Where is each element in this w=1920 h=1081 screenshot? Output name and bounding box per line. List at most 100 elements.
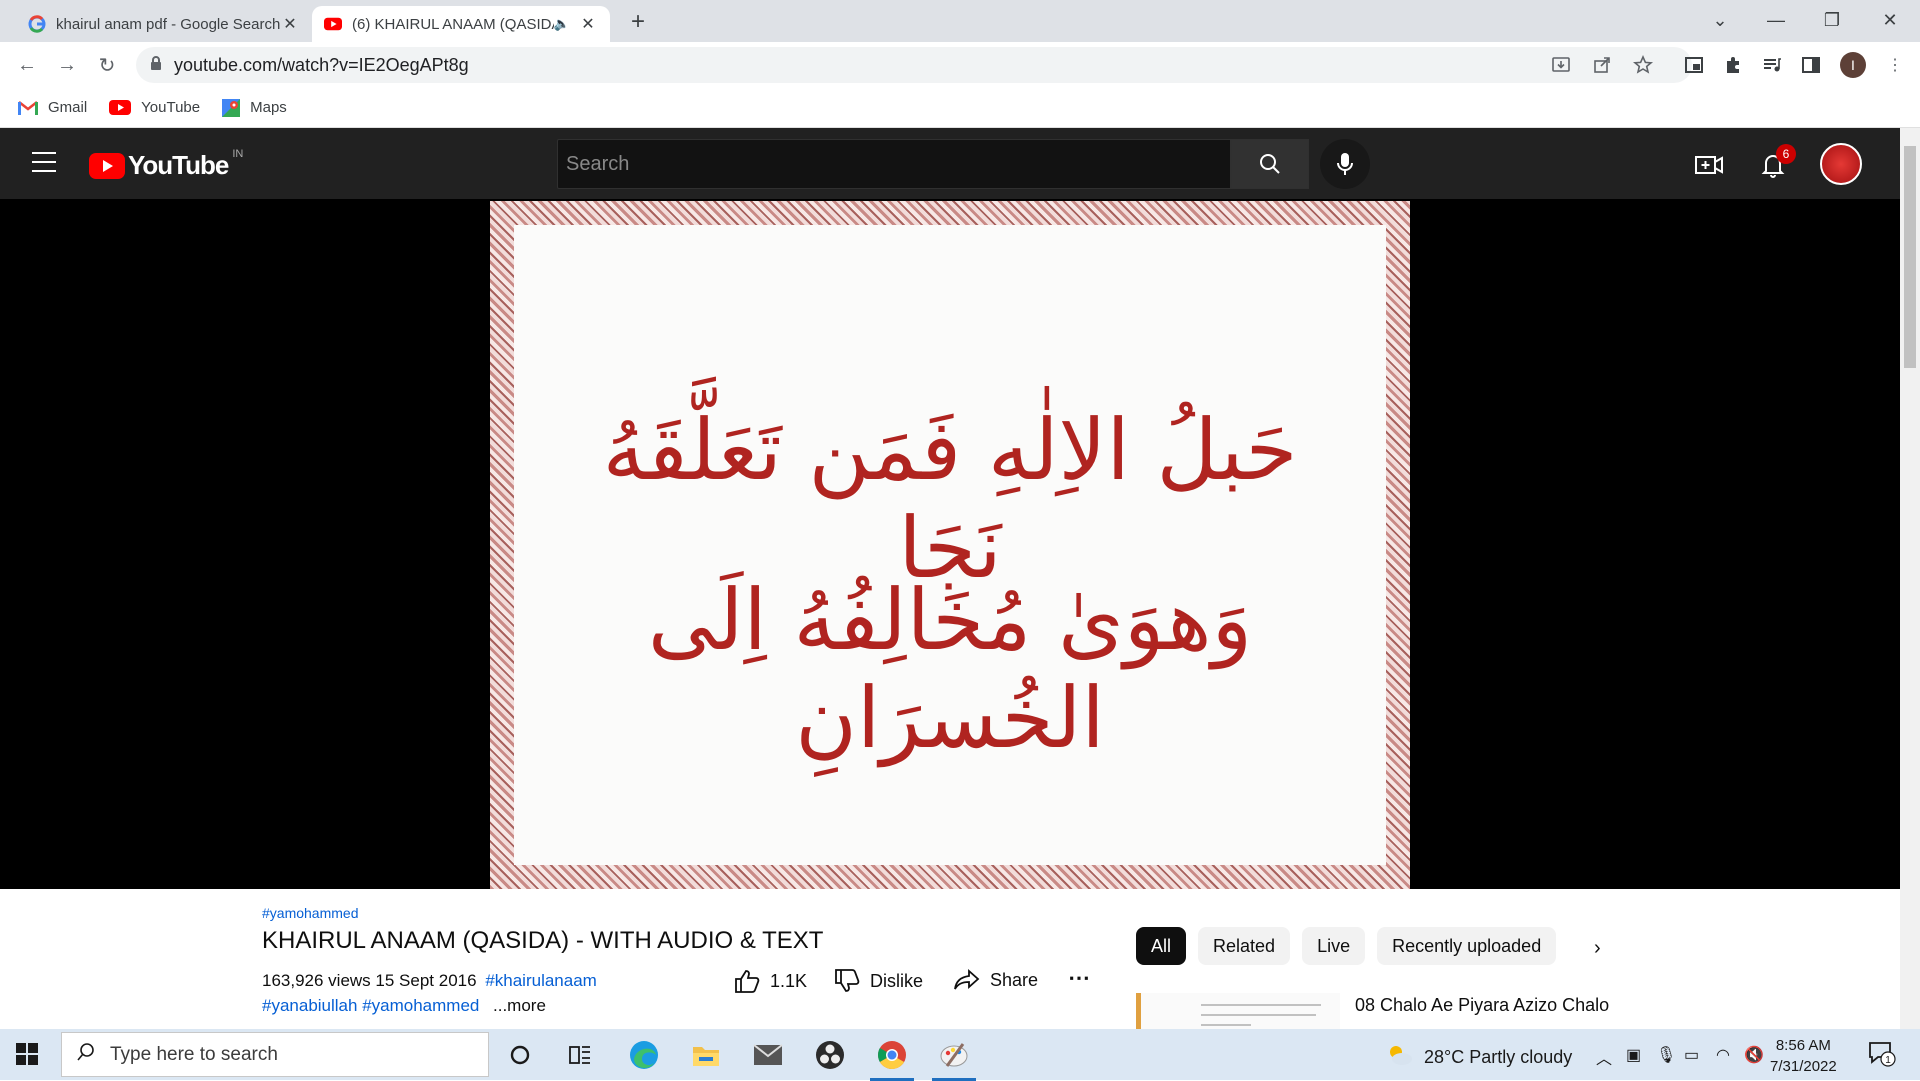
bookmark-label: Maps bbox=[250, 99, 287, 116]
bookmark-star-icon[interactable] bbox=[1628, 50, 1658, 80]
media-controls-icon[interactable] bbox=[1757, 50, 1787, 80]
close-icon[interactable]: ✕ bbox=[578, 14, 598, 34]
extensions-icon[interactable] bbox=[1718, 50, 1748, 80]
windows-taskbar: Type here to search 28°C Partly cloudy ︿… bbox=[0, 1029, 1920, 1081]
microphone-icon bbox=[1337, 153, 1353, 175]
dislike-button[interactable]: Dislike bbox=[834, 969, 923, 993]
address-bar[interactable]: youtube.com/watch?v=IE2OegAPt8g bbox=[136, 47, 1692, 83]
weather-text: 28°C Partly cloudy bbox=[1424, 1047, 1573, 1067]
picture-in-picture-icon[interactable] bbox=[1679, 50, 1709, 80]
microphone-icon[interactable]: 🎙 bbox=[1656, 1045, 1676, 1065]
recommendation-chips: All Related Live Recently uploaded bbox=[1136, 927, 1568, 965]
upload-date: 15 Sept 2016 bbox=[375, 971, 477, 990]
close-window-button[interactable]: ✕ bbox=[1862, 0, 1918, 40]
taskbar-search-box[interactable]: Type here to search bbox=[61, 1032, 489, 1077]
chip-all[interactable]: All bbox=[1136, 927, 1187, 965]
chip-related[interactable]: Related bbox=[1198, 927, 1291, 965]
paint-icon[interactable] bbox=[932, 1037, 976, 1081]
back-arrow-icon[interactable]: ← bbox=[12, 50, 42, 80]
bookmark-gmail[interactable]: Gmail bbox=[18, 99, 87, 116]
new-tab-button[interactable]: + bbox=[624, 8, 652, 36]
task-view-icon[interactable] bbox=[562, 1037, 598, 1073]
youtube-logo[interactable]: YouTube IN bbox=[89, 148, 243, 181]
tab-google-search[interactable]: khairul anam pdf - Google Search ✕ bbox=[16, 6, 312, 42]
restore-button[interactable]: ❐ bbox=[1804, 0, 1860, 40]
verse-line-1: حَبلُ الاِلٰهِ فَمَن تَعَلَّقَهُ نَجَا bbox=[602, 401, 1298, 597]
reload-icon[interactable]: ↻ bbox=[92, 50, 122, 80]
mail-icon[interactable] bbox=[750, 1037, 786, 1073]
minimize-button[interactable]: — bbox=[1748, 0, 1804, 40]
video-player[interactable]: حَبلُ الاِلٰهِ فَمَن تَعَلَّقَهُ نَجَا و… bbox=[0, 199, 1900, 889]
video-frame[interactable]: حَبلُ الاِلٰهِ فَمَن تَعَلَّقَهُ نَجَا و… bbox=[490, 201, 1410, 889]
like-button[interactable]: 1.1K bbox=[734, 969, 807, 993]
view-count: 163,926 views bbox=[262, 971, 371, 990]
chevron-right-icon[interactable]: › bbox=[1594, 937, 1601, 960]
notification-count-badge: 6 bbox=[1776, 144, 1796, 164]
file-explorer-icon[interactable] bbox=[688, 1037, 724, 1073]
hashtag-links[interactable]: #yanabiullah #yamohammed bbox=[262, 996, 490, 1016]
wifi-icon[interactable]: ◠ bbox=[1716, 1045, 1730, 1065]
verse-line-2: وَهوَیٰ مُخَالِفُهُ اِلَی الخُسرَانِ bbox=[647, 571, 1253, 767]
chrome-icon[interactable] bbox=[870, 1037, 914, 1081]
obs-studio-icon[interactable] bbox=[812, 1037, 848, 1073]
browser-toolbar: ← → ↻ youtube.com/watch?v=IE2OegAPt8g I … bbox=[0, 42, 1920, 88]
bookmark-maps[interactable]: Maps bbox=[222, 98, 287, 117]
chrome-menu-icon[interactable]: ⋮ bbox=[1880, 50, 1910, 80]
hamburger-menu-icon[interactable] bbox=[32, 152, 56, 172]
weather-widget[interactable]: 28°C Partly cloudy bbox=[1384, 1043, 1572, 1072]
search-button[interactable] bbox=[1231, 139, 1309, 189]
meet-now-icon[interactable]: ▣ bbox=[1626, 1045, 1641, 1065]
windows-start-icon[interactable] bbox=[16, 1043, 38, 1070]
search-icon bbox=[1260, 154, 1280, 174]
more-actions-icon[interactable]: ⋯ bbox=[1068, 965, 1090, 991]
taskbar-clock[interactable]: 8:56 AM 7/31/2022 bbox=[1770, 1035, 1837, 1077]
close-icon[interactable]: ✕ bbox=[280, 14, 300, 34]
recommended-video-title[interactable]: 08 Chalo Ae Piyara Azizo Chalo bbox=[1355, 995, 1609, 1016]
search-icon bbox=[76, 1042, 96, 1068]
hashtag-link[interactable]: #yamohammed bbox=[262, 905, 359, 921]
tab-youtube-video[interactable]: (6) KHAIRUL ANAAM (QASIDA) - WITH AUDIO … bbox=[312, 6, 610, 42]
scrollbar-thumb[interactable] bbox=[1904, 146, 1916, 368]
tab-search-chevron-icon[interactable]: ⌄ bbox=[1692, 0, 1748, 40]
lock-icon[interactable] bbox=[150, 55, 162, 75]
share-label: Share bbox=[990, 969, 1039, 990]
hashtag-link[interactable]: #khairulanaam bbox=[485, 971, 597, 990]
notifications-button[interactable]: 6 bbox=[1756, 144, 1796, 182]
search-box bbox=[557, 139, 1231, 189]
install-icon[interactable] bbox=[1546, 50, 1576, 80]
youtube-icon bbox=[109, 100, 132, 115]
battery-icon[interactable]: ▭ bbox=[1684, 1045, 1699, 1065]
logo-text: YouTube bbox=[128, 150, 229, 180]
tab-title: (6) KHAIRUL ANAAM (QASIDA) - WITH AUDIO … bbox=[352, 15, 554, 33]
clock-time: 8:56 AM bbox=[1775, 1037, 1831, 1054]
browser-tab-strip: khairul anam pdf - Google Search ✕ (6) K… bbox=[0, 0, 1920, 42]
thumbs-down-icon bbox=[835, 969, 860, 992]
forward-arrow-icon[interactable]: → bbox=[52, 50, 82, 80]
chip-recently-uploaded[interactable]: Recently uploaded bbox=[1377, 927, 1557, 965]
action-center-icon[interactable]: 1 bbox=[1868, 1041, 1896, 1072]
share-button[interactable]: Share bbox=[954, 969, 1038, 991]
profile-avatar[interactable]: I bbox=[1838, 50, 1868, 80]
search-input[interactable] bbox=[566, 152, 1230, 176]
share-arrow-icon bbox=[954, 969, 980, 990]
google-icon bbox=[28, 15, 46, 33]
audio-playing-icon[interactable]: 🔈 bbox=[554, 16, 570, 32]
youtube-header: YouTube IN 6 bbox=[0, 128, 1900, 199]
edge-browser-icon[interactable] bbox=[626, 1037, 662, 1073]
chip-live[interactable]: Live bbox=[1302, 927, 1366, 965]
maps-icon bbox=[222, 98, 241, 117]
side-panel-icon[interactable] bbox=[1796, 50, 1826, 80]
cortana-icon[interactable] bbox=[502, 1037, 538, 1073]
channel-avatar[interactable] bbox=[1820, 143, 1862, 185]
recommended-video-thumbnail[interactable] bbox=[1136, 993, 1340, 1033]
volume-muted-icon[interactable]: 🔇 bbox=[1744, 1045, 1764, 1065]
chevron-up-icon[interactable]: ︿ bbox=[1596, 1045, 1612, 1069]
more-description-button[interactable]: ...more bbox=[493, 996, 546, 1016]
page-scrollbar[interactable] bbox=[1900, 128, 1920, 1029]
create-video-icon[interactable] bbox=[1694, 150, 1724, 180]
bookmark-youtube[interactable]: YouTube bbox=[109, 99, 200, 116]
taskbar-search-placeholder: Type here to search bbox=[110, 1043, 278, 1065]
bookmark-label: Gmail bbox=[48, 99, 88, 116]
voice-search-button[interactable] bbox=[1320, 139, 1370, 189]
share-icon[interactable] bbox=[1587, 50, 1617, 80]
